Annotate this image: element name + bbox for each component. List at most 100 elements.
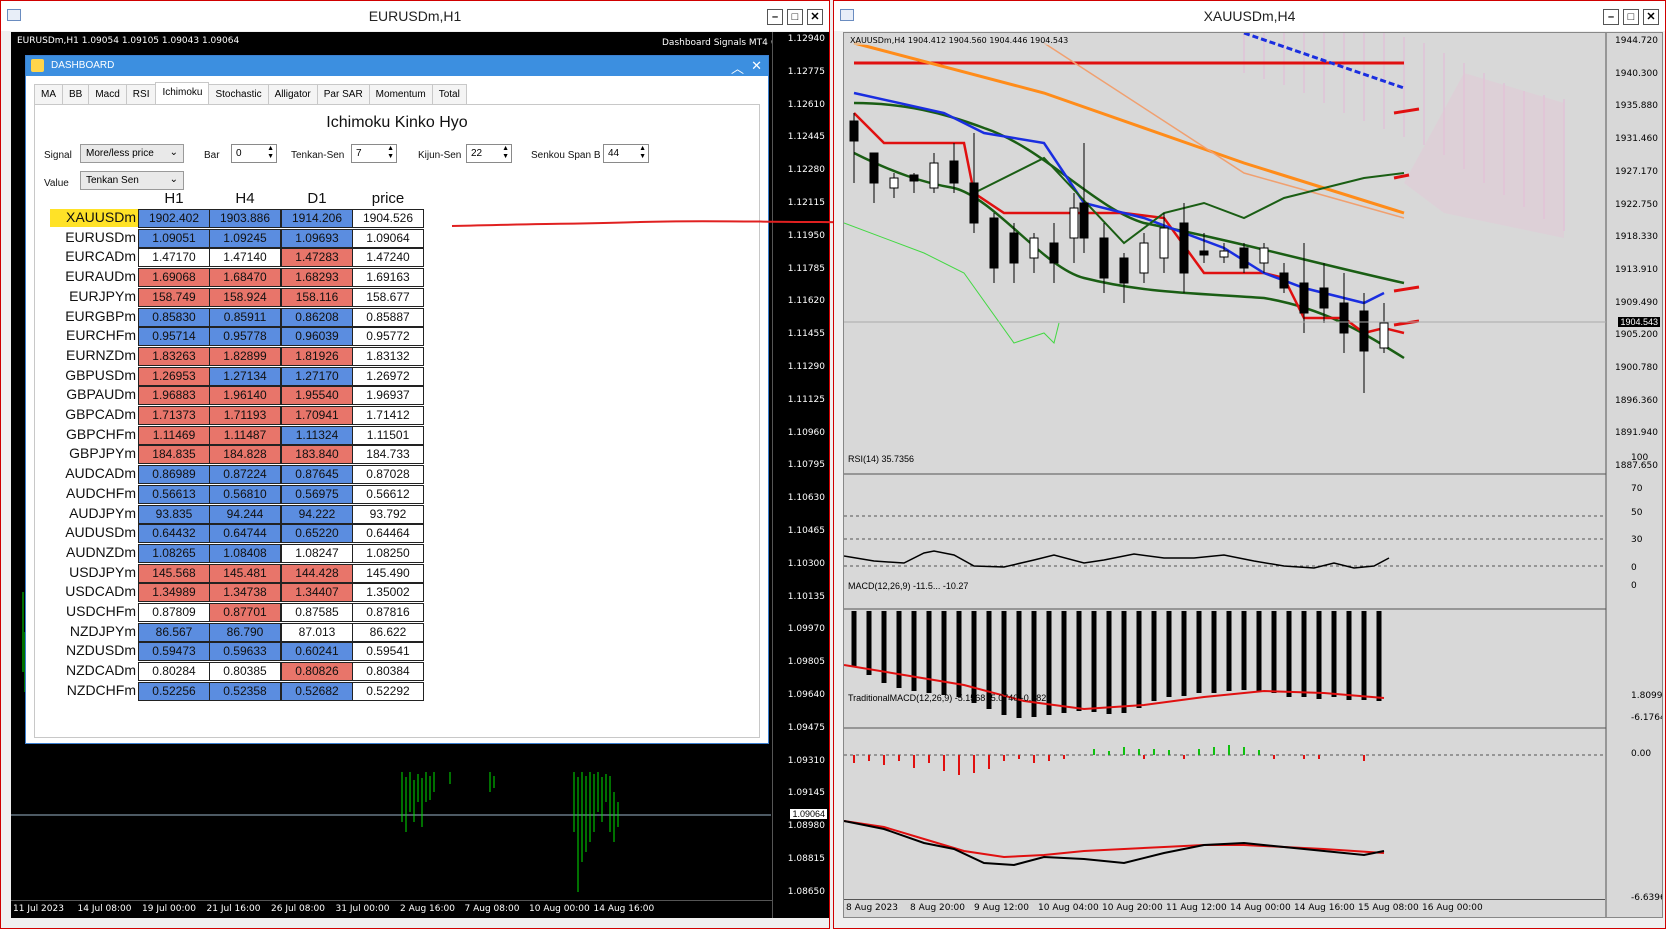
tab-ma[interactable]: MA <box>34 84 63 104</box>
signal-cell-d1: 1.95540 <box>281 386 353 406</box>
bar-label: Bar <box>204 150 220 161</box>
signal-cell-h4: 1903.886 <box>209 209 281 228</box>
kijun-spinner[interactable]: 22 ▲ ▼ <box>466 144 512 163</box>
price-tick: 1940.300 <box>1615 68 1658 79</box>
date-tick: 15 Aug 08:00 <box>1358 903 1419 913</box>
price-tick: 1909.490 <box>1615 297 1658 308</box>
date-tick: 2 Aug 16:00 <box>400 904 455 914</box>
chevron-up-icon[interactable]: ︿ <box>731 58 744 77</box>
tab-ichimoku[interactable]: Ichimoku <box>155 82 210 104</box>
maximize-button[interactable]: □ <box>1623 9 1639 25</box>
tab-macd[interactable]: Macd <box>88 84 127 104</box>
minimize-button[interactable]: – <box>1603 9 1619 25</box>
signal-cell-d1: 94.222 <box>281 504 353 524</box>
senkou-spinner[interactable]: 44 ▲ ▼ <box>603 144 649 163</box>
tenkan-spinner[interactable]: 7 ▲ ▼ <box>351 144 397 163</box>
signal-select[interactable]: More/less price ⌄ <box>80 144 184 163</box>
price-tick: 1935.880 <box>1615 101 1658 112</box>
signal-select-value: More/less price <box>86 148 154 159</box>
spinner-arrows-icon[interactable]: ▲ ▼ <box>639 145 646 161</box>
price-tick: 1.09310 <box>787 755 825 766</box>
xauusd-chart[interactable]: XAUUSDm,H4 1904.412 1904.560 1904.446 19… <box>843 32 1663 918</box>
senkou-value: 44 <box>608 148 620 159</box>
tab-rsi[interactable]: RSI <box>125 84 157 104</box>
xauusd-plot <box>844 33 1607 917</box>
signal-cell-d1: 1.70941 <box>281 406 353 425</box>
maximize-button[interactable]: □ <box>787 9 803 25</box>
symbol-label: NZDCADm <box>66 662 136 679</box>
current-price-box: 1.09064 <box>790 809 827 819</box>
signal-cell-h4: 0.64744 <box>209 524 281 544</box>
date-tick: 31 Jul 00:00 <box>335 904 390 914</box>
signal-cell-h1: 0.59473 <box>138 642 210 662</box>
signal-cell-h1: 0.80284 <box>138 662 210 682</box>
eurusd-time-scale: 11 Jul 2023 14 Jul 08:00 19 Jul 00:00 21 Ju… <box>11 900 772 918</box>
date-tick: 9 Aug 12:00 <box>974 903 1029 913</box>
right-window-title: XAUUSDm,H4 <box>1203 8 1296 24</box>
signal-cell-h1: 0.85830 <box>138 307 210 327</box>
spinner-arrows-icon[interactable]: ▲ ▼ <box>267 145 274 161</box>
tab-momentum[interactable]: Momentum <box>368 84 433 104</box>
date-tick: 19 Jul 00:00 <box>142 904 196 914</box>
signal-cell-price: 86.622 <box>352 622 424 642</box>
date-tick: 16 Aug 00:00 <box>1422 903 1483 913</box>
signal-cell-d1: 1.81926 <box>281 346 353 366</box>
tab-par-sar[interactable]: Par SAR <box>316 84 370 104</box>
price-tick: 1.11125 <box>787 394 825 405</box>
kijun-label: Kijun-Sen <box>418 150 462 161</box>
signal-cell-price: 0.52292 <box>352 681 424 701</box>
minimize-button[interactable]: – <box>767 9 783 25</box>
left-window-title: EURUSDm,H1 <box>368 8 462 24</box>
close-button[interactable]: ✕ <box>1643 9 1659 25</box>
signal-cell-d1: 1.09693 <box>281 228 353 248</box>
dashboard-titlebar[interactable]: DASHBOARD ︿ ✕ <box>26 56 768 76</box>
xauusd-price-scale: 1944.720 1940.300 1935.880 1931.460 1927.170… <box>1605 33 1662 917</box>
signal-cell-h1: 1.34989 <box>138 583 210 603</box>
dashboard-icon <box>31 59 44 72</box>
bar-spinner[interactable]: 0 ▲ ▼ <box>231 144 277 163</box>
spinner-arrows-icon[interactable]: ▲ ▼ <box>502 145 509 161</box>
tenkan-value: 7 <box>356 148 362 159</box>
tab-alligator[interactable]: Alligator <box>267 84 318 104</box>
symbol-label: EURAUDm <box>65 268 136 285</box>
right-window-titlebar[interactable]: XAUUSDm,H4 – □ ✕ <box>834 1 1665 31</box>
close-button[interactable]: ✕ <box>807 9 823 25</box>
signal-cell-h4: 158.924 <box>209 287 281 307</box>
signal-cell-d1: 0.86208 <box>281 307 353 327</box>
symbol-label: USDJPYm <box>69 563 136 580</box>
signal-cell-price: 184.733 <box>352 445 424 465</box>
close-icon[interactable]: ✕ <box>751 58 762 74</box>
price-tick: 1.11290 <box>787 362 825 372</box>
tab-stochastic[interactable]: Stochastic <box>208 84 269 104</box>
price-tick: 1.09145 <box>787 788 825 799</box>
price-tick: 1944.720 <box>1615 36 1658 46</box>
left-window-titlebar[interactable]: EURUSDm,H1 – □ ✕ <box>1 1 829 31</box>
indicator-tick: 0 <box>1631 581 1637 591</box>
tab-total[interactable]: Total <box>431 84 467 104</box>
signal-cell-h1: 184.835 <box>138 445 210 465</box>
signal-cell-h1: 1.11469 <box>138 425 210 445</box>
price-tick: 1.10300 <box>787 558 825 569</box>
value-select[interactable]: Tenkan Sen ⌄ <box>80 171 184 190</box>
price-tick: 1.10135 <box>787 591 825 602</box>
price-tick: 1.11950 <box>787 230 825 241</box>
price-tick: 1931.460 <box>1615 134 1658 145</box>
price-tick: 1.11785 <box>787 263 825 274</box>
price-tick: 1.09805 <box>787 657 825 668</box>
tab-bb[interactable]: BB <box>62 84 90 104</box>
signal-cell-d1: 1.27170 <box>281 366 353 386</box>
signal-cell-h4: 1.82899 <box>209 346 281 366</box>
signal-cell-h1: 1.47170 <box>138 248 210 268</box>
spinner-arrows-icon[interactable]: ▲ ▼ <box>387 145 394 161</box>
symbol-label: USDCADm <box>65 583 136 600</box>
price-tick: 1.09640 <box>787 690 825 700</box>
symbol-label: XAUUSDm <box>50 209 138 227</box>
signal-cell-price: 0.80384 <box>352 662 424 682</box>
column-header-price: price <box>371 190 405 207</box>
price-tick: 1913.910 <box>1615 264 1658 275</box>
date-tick: 8 Aug 2023 <box>846 903 898 913</box>
indicator-tick: 0 <box>1631 563 1637 573</box>
signal-cell-price: 0.87028 <box>352 465 424 485</box>
tenkan-label: Tenkan-Sen <box>291 150 345 161</box>
signal-cell-price: 1904.526 <box>352 209 424 228</box>
